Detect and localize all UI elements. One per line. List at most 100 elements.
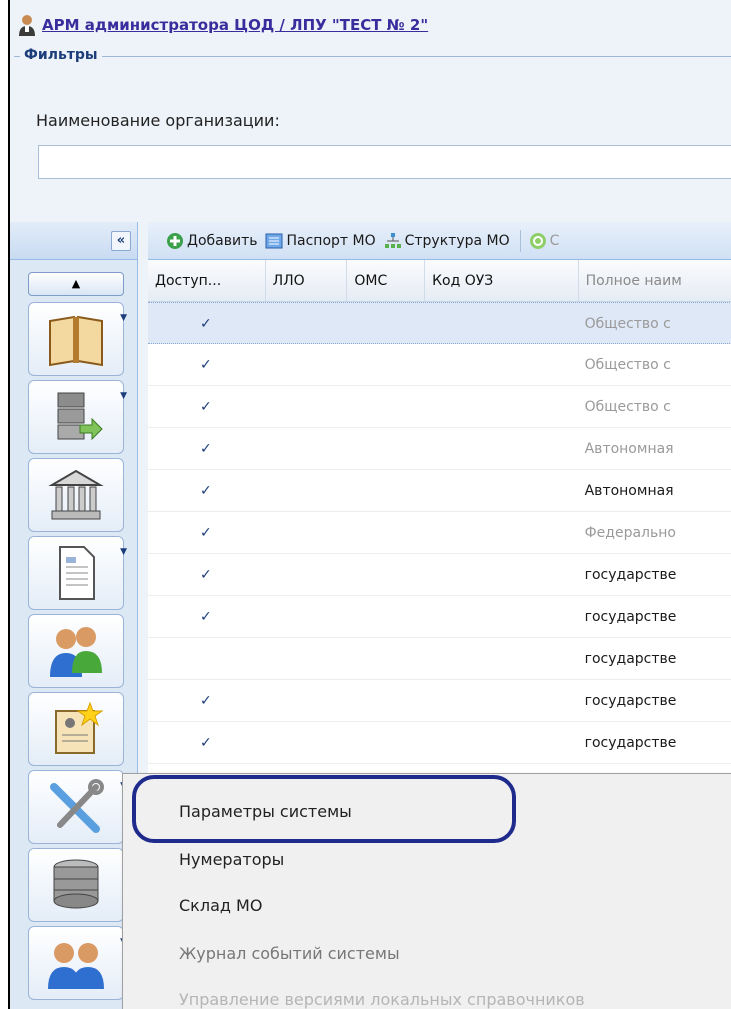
- tool-database-button[interactable]: [28, 848, 124, 922]
- table-row[interactable]: ✓ государстве: [148, 554, 731, 596]
- chevron-down-icon: ▼: [120, 391, 127, 401]
- server-export-icon: [57, 392, 103, 441]
- tool-group-button[interactable]: ▼: [28, 926, 127, 1000]
- access-check: ✓: [200, 735, 212, 751]
- tool-settings-button[interactable]: ▼: [28, 770, 127, 844]
- add-button[interactable]: Добавить: [166, 232, 257, 250]
- full-name-cell: Общество с: [584, 316, 671, 332]
- tool-institution-button[interactable]: [28, 458, 124, 532]
- code-cell: [425, 596, 578, 637]
- tool-document-button[interactable]: ▼: [28, 536, 127, 610]
- oms-cell: [347, 680, 425, 721]
- oms-cell: [347, 344, 425, 385]
- add-icon: [167, 232, 183, 249]
- full-name-cell: государстве: [584, 567, 677, 583]
- tool-sidebar: « ▲ ▼ ▼ ▼: [10, 222, 138, 1009]
- llo-cell: [266, 344, 348, 385]
- table-row[interactable]: ✓ Общество с: [148, 344, 731, 386]
- llo-cell: [266, 470, 348, 511]
- page-title[interactable]: АРМ администратора ЦОД / ЛПУ "ТЕСТ № 2": [42, 16, 428, 34]
- passport-icon: [265, 233, 283, 248]
- scroll-up-button[interactable]: ▲: [28, 272, 124, 296]
- tool-card-button[interactable]: [28, 692, 124, 766]
- institution-icon: [48, 469, 104, 520]
- table-row[interactable]: ✓ Общество с: [148, 386, 731, 428]
- tool-server-button[interactable]: ▼: [28, 380, 127, 454]
- column-header-full-name[interactable]: Полное наим: [579, 260, 731, 301]
- access-check: ✓: [200, 483, 212, 499]
- org-name-input[interactable]: [38, 145, 731, 179]
- access-check: ✓: [200, 525, 212, 541]
- access-check: ✓: [200, 316, 212, 332]
- table-row[interactable]: ✓ государстве: [148, 596, 731, 638]
- column-header-oms[interactable]: ОМС: [347, 260, 426, 301]
- code-cell: [425, 512, 578, 553]
- code-cell: [425, 680, 578, 721]
- code-cell: [425, 722, 578, 763]
- llo-cell: [266, 638, 348, 679]
- full-name-cell: государстве: [584, 735, 677, 751]
- sidebar-header: «: [10, 222, 137, 260]
- llo-cell: [266, 428, 348, 469]
- tool-book-button[interactable]: ▼: [28, 302, 127, 376]
- column-header-access[interactable]: Доступ...: [148, 260, 266, 301]
- user-icon: [19, 15, 35, 36]
- access-check: ✓: [200, 609, 212, 625]
- code-cell: [425, 386, 578, 427]
- add-button-label: Добавить: [187, 232, 258, 249]
- collapse-button[interactable]: «: [111, 231, 131, 251]
- table-row[interactable]: ✓ Автономная: [148, 470, 731, 512]
- menu-item-event-log[interactable]: Журнал событий системы: [179, 944, 400, 963]
- table-row[interactable]: ✓ Федерально: [148, 512, 731, 554]
- llo-cell: [266, 512, 348, 553]
- passport-button[interactable]: Паспорт МО: [265, 232, 376, 250]
- oms-cell: [347, 428, 425, 469]
- llo-cell: [266, 722, 348, 763]
- column-header-llo[interactable]: ЛЛО: [266, 260, 348, 301]
- grid-body: ✓ Общество с ✓ Общество с ✓ Общество с ✓…: [148, 302, 731, 764]
- access-check: ✓: [200, 693, 212, 709]
- code-cell: [425, 428, 578, 469]
- group-icon: [48, 943, 104, 989]
- oms-cell: [347, 554, 425, 595]
- table-row[interactable]: ✓ государстве: [148, 722, 731, 764]
- oms-cell: [347, 386, 425, 427]
- llo-cell: [266, 596, 348, 637]
- book-icon: [49, 315, 103, 367]
- access-check: ✓: [200, 567, 212, 583]
- grid-toolbar: Добавить Паспорт МО Структура МО С: [148, 222, 731, 260]
- table-row[interactable]: ✓ Автономная: [148, 428, 731, 470]
- full-name-cell: Федерально: [584, 525, 676, 541]
- full-name-cell: государстве: [584, 651, 677, 667]
- table-row[interactable]: государстве: [148, 638, 731, 680]
- column-header-code[interactable]: Код ОУЗ: [425, 260, 579, 301]
- oms-cell: [347, 470, 425, 511]
- title-bar: АРМ администратора ЦОД / ЛПУ "ТЕСТ № 2": [10, 10, 731, 40]
- chevron-down-icon: ▼: [120, 313, 127, 323]
- filters-panel: Фильтры Наименование организации:: [14, 47, 731, 216]
- access-check: ✓: [200, 357, 212, 373]
- access-check: ✓: [200, 441, 212, 457]
- access-check: [148, 638, 266, 679]
- structure-icon: [384, 232, 401, 248]
- filters-legend: Фильтры: [20, 47, 102, 63]
- full-name-cell: государстве: [584, 609, 677, 625]
- llo-cell: [266, 303, 348, 343]
- grid-header: Доступ... ЛЛО ОМС Код ОУЗ Полное наим: [148, 260, 731, 302]
- menu-item-warehouse[interactable]: Склад МО: [179, 896, 262, 915]
- id-card-icon: [55, 701, 104, 754]
- oms-cell: [347, 303, 425, 343]
- tool-users-button[interactable]: [28, 614, 124, 688]
- menu-item-numerators[interactable]: Нумераторы: [179, 850, 284, 869]
- passport-button-label: Паспорт МО: [286, 232, 376, 249]
- access-check: ✓: [200, 399, 212, 415]
- table-row[interactable]: ✓ Общество с: [148, 302, 731, 344]
- llo-cell: [266, 386, 348, 427]
- refresh-button[interactable]: С: [529, 232, 559, 250]
- menu-item-local-dict-versions[interactable]: Управление версиями локальных справочник…: [179, 990, 585, 1009]
- structure-button[interactable]: Структура МО: [384, 232, 510, 250]
- code-cell: [425, 638, 578, 679]
- table-row[interactable]: ✓ государстве: [148, 680, 731, 722]
- full-name-cell: государстве: [584, 693, 677, 709]
- llo-cell: [266, 680, 348, 721]
